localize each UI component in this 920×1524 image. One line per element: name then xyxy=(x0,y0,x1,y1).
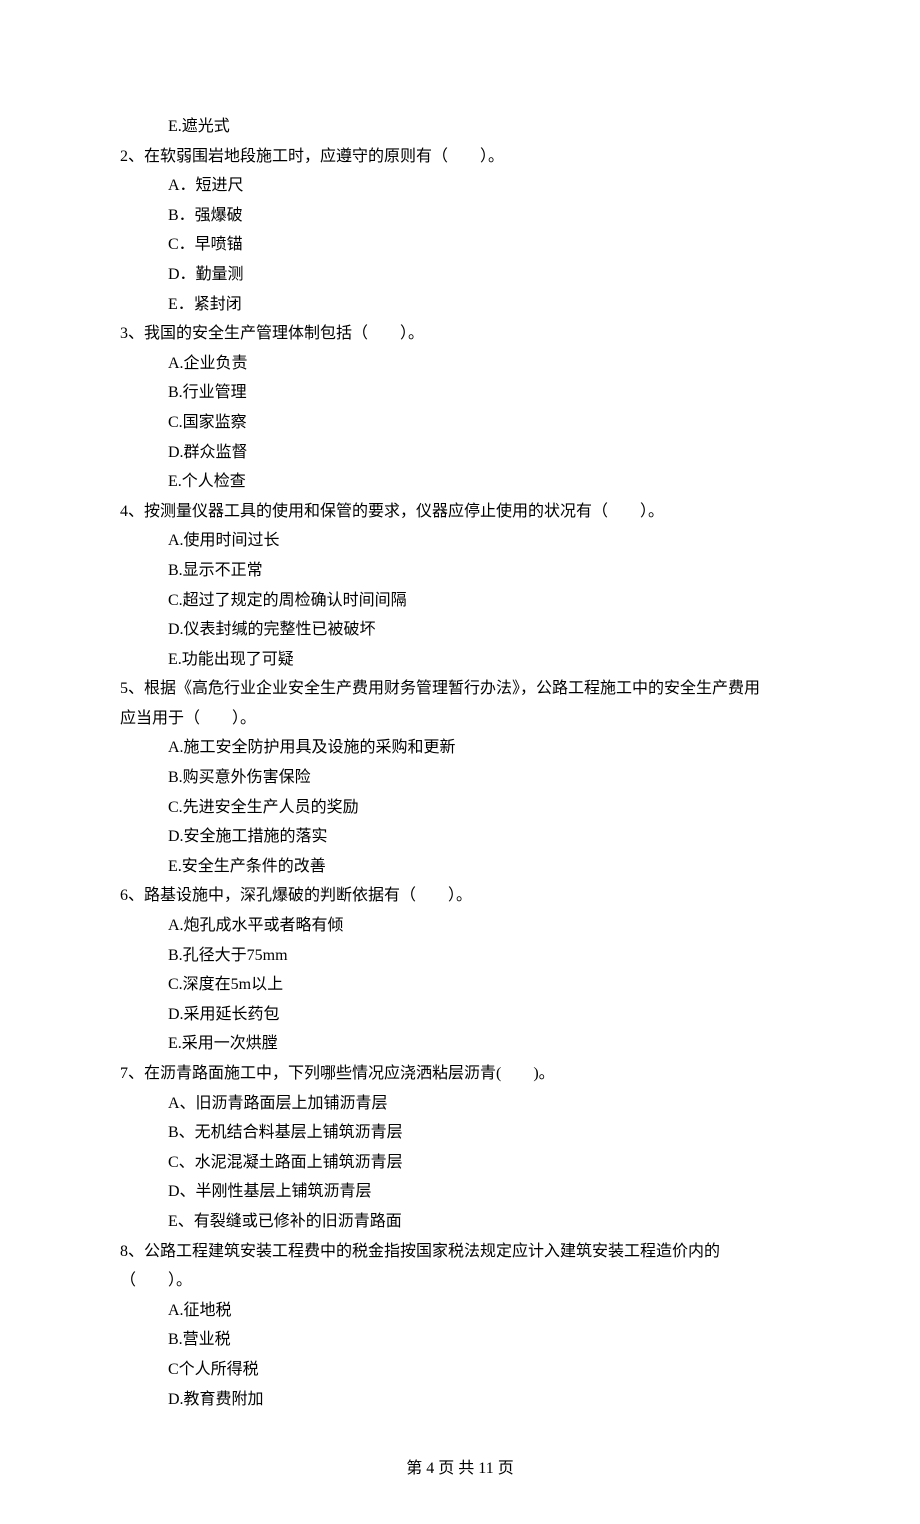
q2-option-a: A．短进尺 xyxy=(120,171,800,201)
q2-option-e: E．紧封闭 xyxy=(120,290,800,320)
q4-option-e: E.功能出现了可疑 xyxy=(120,645,800,675)
q4-stem: 4、按测量仪器工具的使用和保管的要求，仪器应停止使用的状况有（ ）。 xyxy=(120,497,800,527)
q3-stem: 3、我国的安全生产管理体制包括（ ）。 xyxy=(120,319,800,349)
q8-option-c: C个人所得税 xyxy=(120,1355,800,1385)
q6-stem: 6、路基设施中，深孔爆破的判断依据有（ ）。 xyxy=(120,881,800,911)
page-footer: 第 4 页 共 11 页 xyxy=(120,1414,800,1484)
q8-option-b: B.营业税 xyxy=(120,1325,800,1355)
q5-option-b: B.购买意外伤害保险 xyxy=(120,763,800,793)
q8-option-a: A.征地税 xyxy=(120,1296,800,1326)
q7-option-a: A、旧沥青路面层上加铺沥青层 xyxy=(120,1089,800,1119)
q7-stem: 7、在沥青路面施工中，下列哪些情况应浇洒粘层沥青( )。 xyxy=(120,1059,800,1089)
q7-option-e: E、有裂缝或已修补的旧沥青路面 xyxy=(120,1207,800,1237)
q6-option-d: D.采用延长药包 xyxy=(120,1000,800,1030)
q3-option-e: E.个人检查 xyxy=(120,467,800,497)
q4-option-c: C.超过了规定的周检确认时间间隔 xyxy=(120,586,800,616)
q8-stem-line2: （ ）。 xyxy=(120,1266,800,1296)
q2-option-b: B．强爆破 xyxy=(120,201,800,231)
q5-option-c: C.先进安全生产人员的奖励 xyxy=(120,793,800,823)
q3-option-a: A.企业负责 xyxy=(120,349,800,379)
q5-option-e: E.安全生产条件的改善 xyxy=(120,852,800,882)
q4-option-a: A.使用时间过长 xyxy=(120,526,800,556)
q3-option-c: C.国家监察 xyxy=(120,408,800,438)
q6-option-c: C.深度在5m以上 xyxy=(120,970,800,1000)
q3-option-d: D.群众监督 xyxy=(120,438,800,468)
q7-option-b: B、无机结合料基层上铺筑沥青层 xyxy=(120,1118,800,1148)
q2-stem: 2、在软弱围岩地段施工时，应遵守的原则有（ ）。 xyxy=(120,142,800,172)
q4-option-b: B.显示不正常 xyxy=(120,556,800,586)
q4-option-d: D.仪表封缄的完整性已被破坏 xyxy=(120,615,800,645)
q3-option-b: B.行业管理 xyxy=(120,378,800,408)
q2-option-d: D．勤量测 xyxy=(120,260,800,290)
q6-option-e: E.采用一次烘膛 xyxy=(120,1029,800,1059)
document-page: E.遮光式 2、在软弱围岩地段施工时，应遵守的原则有（ ）。 A．短进尺 B．强… xyxy=(0,0,920,1524)
q5-stem-line1: 5、根据《高危行业企业安全生产费用财务管理暂行办法》，公路工程施工中的安全生产费… xyxy=(120,674,800,704)
q5-option-a: A.施工安全防护用具及设施的采购和更新 xyxy=(120,733,800,763)
q8-option-d: D.教育费附加 xyxy=(120,1385,800,1415)
q6-option-b: B.孔径大于75mm xyxy=(120,941,800,971)
q7-option-c: C、水泥混凝土路面上铺筑沥青层 xyxy=(120,1148,800,1178)
q7-option-d: D、半刚性基层上铺筑沥青层 xyxy=(120,1177,800,1207)
q5-stem-line2: 应当用于（ ）。 xyxy=(120,704,800,734)
q5-option-d: D.安全施工措施的落实 xyxy=(120,822,800,852)
q6-option-a: A.炮孔成水平或者略有倾 xyxy=(120,911,800,941)
q2-option-c: C．早喷锚 xyxy=(120,230,800,260)
q-prior-option-e: E.遮光式 xyxy=(120,112,800,142)
q8-stem-line1: 8、公路工程建筑安装工程费中的税金指按国家税法规定应计入建筑安装工程造价内的 xyxy=(120,1237,800,1267)
